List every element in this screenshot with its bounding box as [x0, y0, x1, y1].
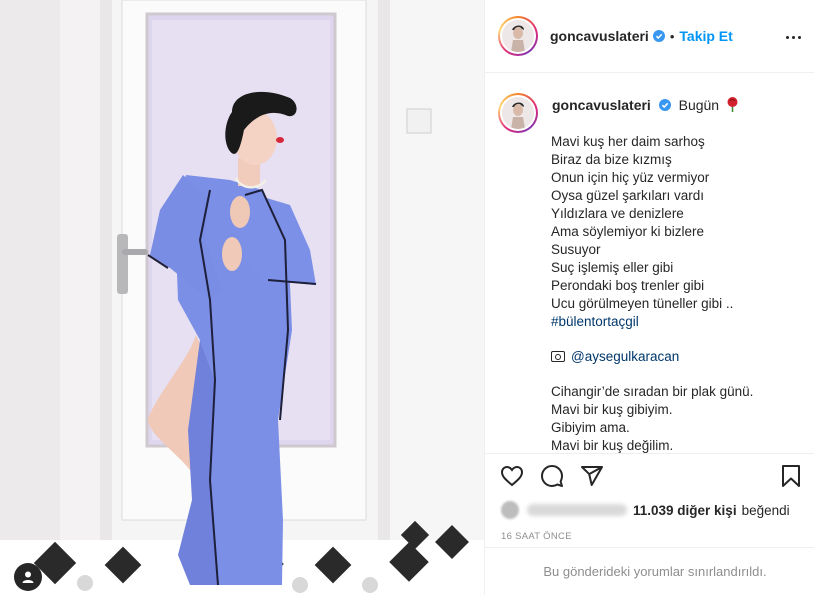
comments-restricted-notice: Bu gönderideki yorumlar sınırlandırıldı.	[485, 547, 814, 595]
caption-line: Ama söylemiyor ki bizlere	[551, 224, 705, 239]
caption-line: Oysa güzel şarkıları vardı	[551, 188, 705, 203]
share-icon[interactable]	[580, 464, 604, 488]
hashtag-link[interactable]: #bülentortaçgil	[551, 313, 801, 331]
caption-line: Mavi bir kuş değilim.	[551, 438, 674, 453]
photo-credit-link[interactable]: @aysegulkaracan	[571, 349, 679, 364]
liker-avatar[interactable]	[501, 501, 519, 519]
caption-line: Gibiyim ama.	[551, 420, 630, 435]
liker-name-blurred	[527, 504, 627, 516]
username[interactable]: goncavuslateri	[550, 28, 649, 44]
caption-line: Suç işlemiş eller gibi	[551, 260, 674, 275]
avatar[interactable]	[498, 16, 538, 56]
caption-line: Mavi bir kuş gibiyim.	[551, 402, 673, 417]
rose-icon	[727, 97, 738, 112]
heart-icon[interactable]	[500, 464, 524, 488]
post-actions: 11.039 diğer kişi beğendi 16 SAAT ÖNCE	[485, 453, 814, 547]
caption-line: Cihangir’de sıradan bir plak günü.	[551, 384, 754, 399]
user-tag-icon	[22, 571, 34, 583]
caption-username[interactable]: goncavuslateri	[552, 97, 651, 113]
likes-summary[interactable]: 11.039 diğer kişi beğendi	[501, 501, 790, 519]
caption-line: Mavi kuş her daim sarhoş	[551, 134, 705, 149]
post-side-panel: goncavuslateri • Takip Et goncavuslateri…	[484, 0, 814, 595]
post-image	[0, 0, 484, 595]
comment-icon[interactable]	[540, 464, 564, 488]
separator-dot: •	[669, 28, 675, 44]
caption-line: Susuyor	[551, 242, 601, 257]
caption-title: Bugün	[678, 97, 720, 113]
more-options-icon[interactable]	[783, 27, 803, 47]
post-photo[interactable]	[0, 0, 484, 595]
post-timestamp[interactable]: 16 SAAT ÖNCE	[501, 531, 572, 542]
verified-icon	[652, 30, 665, 42]
caption-line: Ucu görülmeyen tüneller gibi ..	[551, 296, 734, 311]
bookmark-icon[interactable]	[779, 464, 803, 488]
camera-icon	[551, 351, 565, 362]
caption-avatar[interactable]	[498, 93, 538, 133]
follow-button[interactable]: Takip Et	[679, 28, 732, 44]
post-header: goncavuslateri • Takip Et	[485, 0, 814, 73]
avatar-image	[502, 20, 534, 52]
caption-text: Mavi kuş her daim sarhoş Biraz da bize k…	[551, 133, 801, 453]
caption-line: Biraz da bize kızmış	[551, 152, 672, 167]
likes-count[interactable]: 11.039 diğer kişi	[633, 503, 737, 518]
caption-line: Perondaki boş trenler gibi	[551, 278, 705, 293]
caption-area: goncavuslateri Bugün Mavi kuş her daim s…	[485, 73, 814, 453]
caption-line: Onun için hiç yüz vermiyor	[551, 170, 710, 185]
likes-suffix: beğendi	[741, 502, 790, 518]
avatar-image	[502, 97, 534, 129]
photo-credit-line: @aysegulkaracan	[551, 348, 801, 366]
caption-line: Yıldızlara ve denizlere	[551, 206, 684, 221]
user-tag-button[interactable]	[14, 563, 42, 591]
verified-icon	[658, 99, 671, 111]
